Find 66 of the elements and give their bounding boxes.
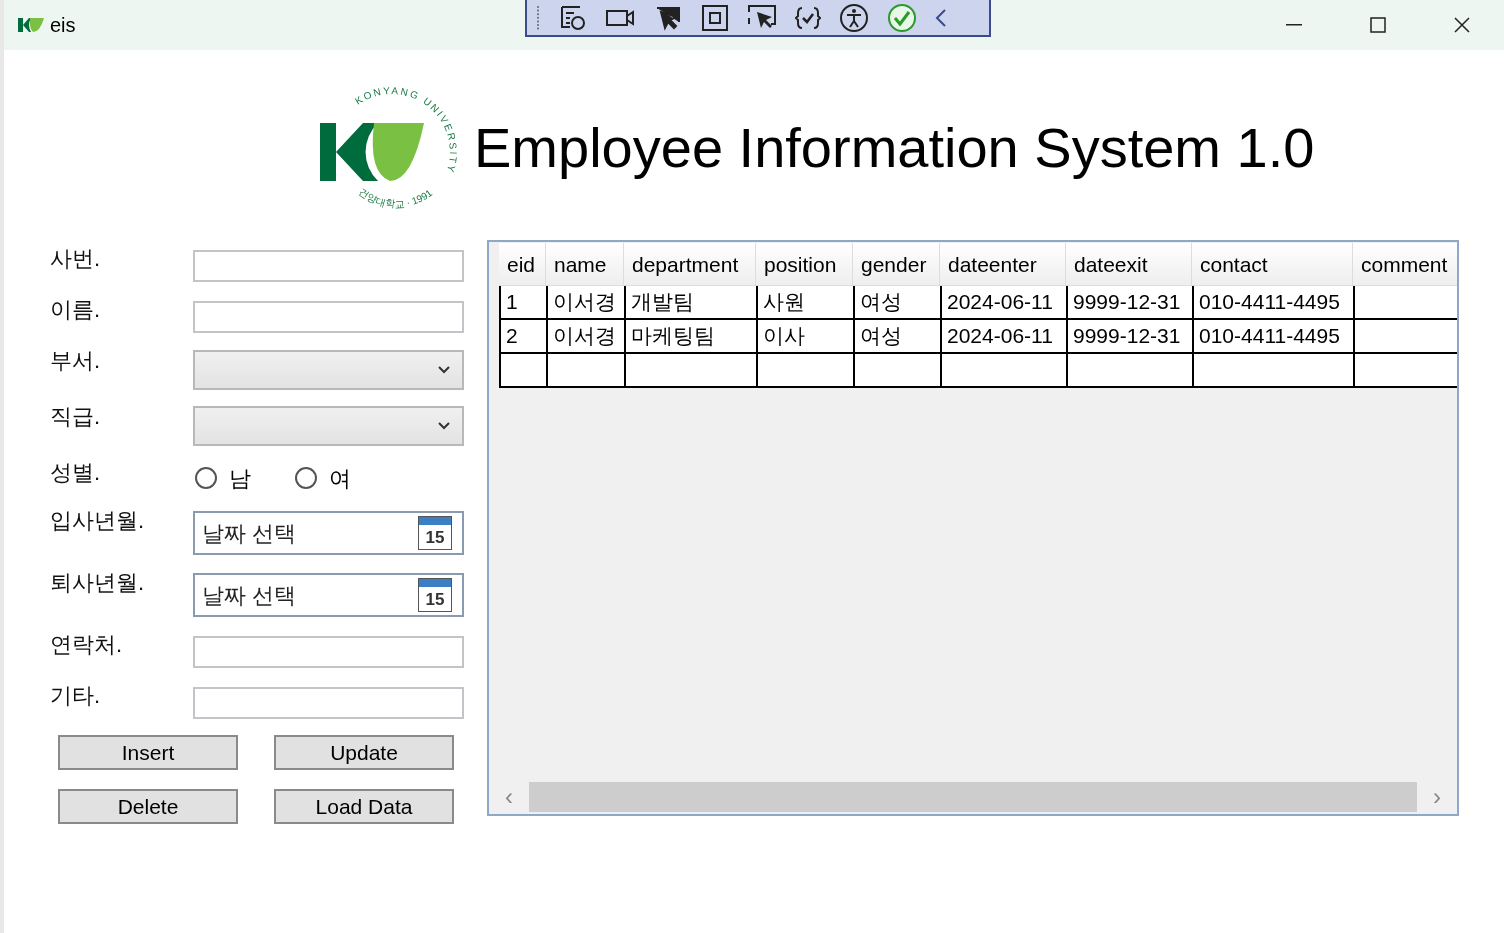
field-label: 성별. <box>50 459 102 487</box>
calendar-icon[interactable]: 15 <box>418 516 452 550</box>
drag-handle-icon[interactable] <box>535 3 541 32</box>
text-field[interactable] <box>193 300 464 333</box>
table-cell: 개발팀 <box>624 286 756 318</box>
radio-button[interactable] <box>195 467 217 489</box>
column-header[interactable]: name <box>546 243 624 285</box>
table-cell: 2 <box>499 320 546 352</box>
dropdown-field[interactable] <box>193 406 464 446</box>
scrollbar-thumb[interactable] <box>528 782 1418 812</box>
calendar-icon[interactable]: 15 <box>418 578 452 612</box>
chevron-left-icon[interactable] <box>935 7 947 28</box>
check-circle-icon[interactable] <box>887 2 917 33</box>
column-header[interactable]: department <box>624 243 756 285</box>
chevron-down-icon <box>438 366 450 374</box>
minimize-icon <box>1286 24 1302 26</box>
column-header[interactable]: eid <box>499 243 546 285</box>
table-cell: 마케팅팀 <box>624 320 756 352</box>
table-cell: 9999-12-31 <box>1066 320 1192 352</box>
table-cell: 사원 <box>756 286 853 318</box>
action-button[interactable]: Load Data <box>274 789 454 824</box>
field-label: 기타. <box>50 682 102 710</box>
radio-label: 여 <box>329 464 351 493</box>
field-label: 부서. <box>50 347 102 375</box>
window-title: eis <box>50 13 76 38</box>
square-frame-icon[interactable] <box>701 3 729 32</box>
field-label: 연락처. <box>50 631 124 659</box>
table-cell: 9999-12-31 <box>1066 286 1192 318</box>
date-picker-field[interactable]: 날짜 선택 15 <box>193 511 464 555</box>
braces-check-icon[interactable] <box>795 5 821 30</box>
text-field[interactable] <box>193 686 464 719</box>
text-field[interactable] <box>193 249 464 282</box>
chevron-down-icon <box>438 422 450 430</box>
accessibility-icon[interactable] <box>839 2 869 33</box>
column-header[interactable]: comment <box>1353 243 1457 285</box>
column-header[interactable]: position <box>756 243 853 285</box>
dropdown-field[interactable] <box>193 350 464 390</box>
maximize-icon <box>1370 17 1386 33</box>
field-label: 퇴사년월. <box>50 569 146 597</box>
action-button[interactable]: Delete <box>58 789 238 824</box>
column-header[interactable]: dateenter <box>940 243 1066 285</box>
column-header[interactable]: dateexit <box>1066 243 1192 285</box>
radio-button[interactable] <box>295 467 317 489</box>
table-cell: 1 <box>499 286 546 318</box>
text-field[interactable] <box>193 635 464 668</box>
field-label: 직급. <box>50 403 102 431</box>
radio-label: 남 <box>229 464 251 493</box>
table-cell: 이서경 <box>546 320 624 352</box>
table-cell: 여성 <box>853 286 940 318</box>
date-picker-field[interactable]: 날짜 선택 15 <box>193 573 464 617</box>
table-cell: 2024-06-11 <box>940 320 1066 352</box>
column-header[interactable]: gender <box>853 243 940 285</box>
target-icon[interactable] <box>559 3 587 32</box>
field-label: 사번. <box>50 245 102 273</box>
table-cell: 010-4411-4495 <box>1192 320 1353 352</box>
table-cell: 이사 <box>756 320 853 352</box>
close-icon <box>1454 17 1470 33</box>
table-cell: 이서경 <box>546 286 624 318</box>
action-button[interactable]: Update <box>274 735 454 770</box>
table-cell: 010-4411-4495 <box>1192 286 1353 318</box>
field-label: 입사년월. <box>50 507 146 535</box>
table-cell: 2024-06-11 <box>940 286 1066 318</box>
field-label: 이름. <box>50 296 102 324</box>
action-button[interactable]: Insert <box>58 735 238 770</box>
column-header[interactable]: contact <box>1192 243 1353 285</box>
table-cell: 여성 <box>853 320 940 352</box>
